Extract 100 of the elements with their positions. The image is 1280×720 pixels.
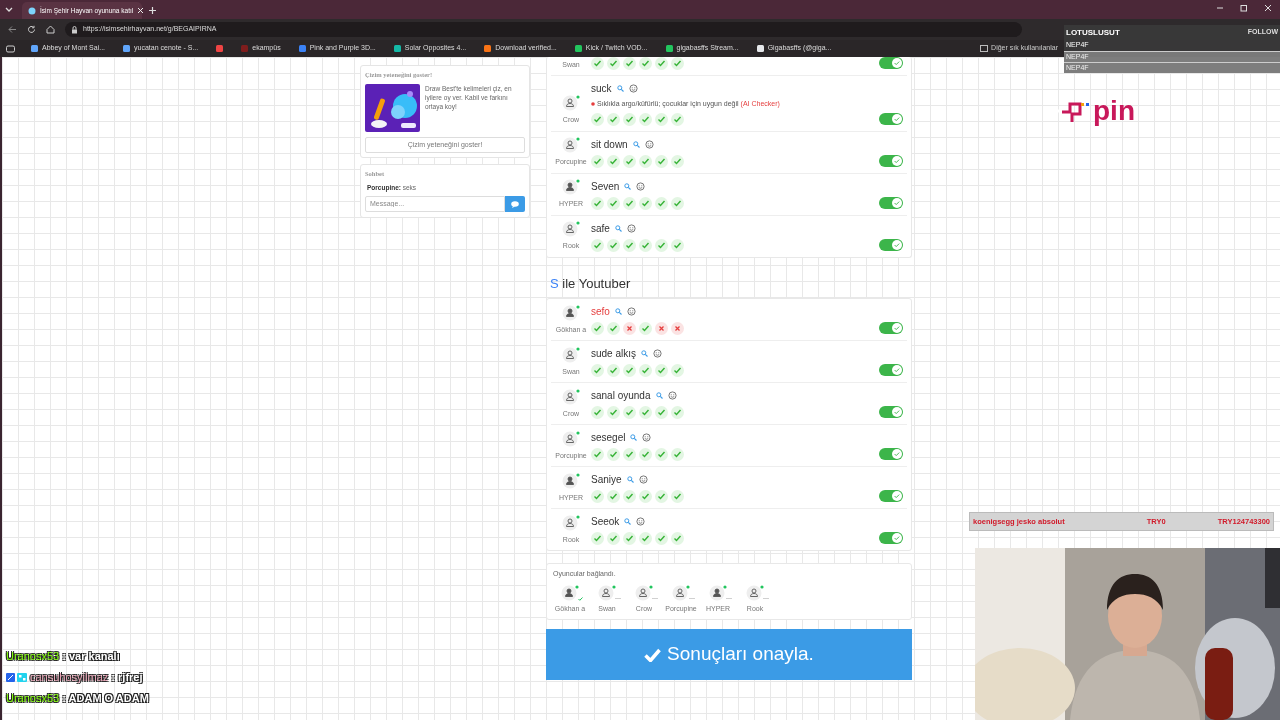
- check-vote-icon[interactable]: [623, 364, 636, 377]
- check-vote-icon[interactable]: [639, 322, 652, 335]
- check-vote-icon[interactable]: [623, 57, 636, 70]
- smiley-icon[interactable]: [644, 139, 654, 149]
- check-vote-icon[interactable]: [623, 238, 636, 252]
- toggle-switch[interactable]: [879, 490, 903, 502]
- check-vote-icon[interactable]: [639, 532, 652, 545]
- check-vote-icon[interactable]: [591, 196, 604, 210]
- search-icon[interactable]: [632, 140, 640, 148]
- check-vote-icon[interactable]: [591, 57, 604, 70]
- check-vote-icon[interactable]: [623, 112, 636, 126]
- check-vote-icon[interactable]: [623, 490, 636, 503]
- check-vote-icon[interactable]: [671, 57, 684, 70]
- check-vote-icon[interactable]: [671, 364, 684, 377]
- check-vote-icon[interactable]: [655, 112, 668, 126]
- home-icon[interactable]: [46, 25, 55, 34]
- smiley-icon[interactable]: [636, 517, 646, 526]
- check-vote-icon[interactable]: [591, 112, 604, 126]
- toggle-switch[interactable]: [879, 112, 903, 125]
- check-vote-icon[interactable]: [671, 112, 684, 126]
- check-vote-icon[interactable]: [639, 196, 652, 210]
- check-vote-icon[interactable]: [655, 406, 668, 419]
- smiley-icon[interactable]: [628, 84, 638, 93]
- cross-vote-icon[interactable]: [655, 322, 668, 335]
- check-vote-icon[interactable]: [671, 490, 684, 503]
- smiley-icon[interactable]: [626, 307, 636, 316]
- smiley-icon[interactable]: [642, 433, 652, 442]
- check-vote-icon[interactable]: [623, 406, 636, 419]
- smiley-icon[interactable]: [626, 223, 636, 233]
- toggle-switch[interactable]: [879, 448, 903, 460]
- close-icon[interactable]: [137, 7, 145, 14]
- check-vote-icon[interactable]: [639, 57, 652, 70]
- cross-vote-icon[interactable]: [671, 322, 684, 335]
- check-vote-icon[interactable]: [607, 406, 620, 419]
- check-vote-icon[interactable]: [671, 406, 684, 419]
- check-vote-icon[interactable]: [607, 448, 620, 461]
- check-vote-icon[interactable]: [639, 364, 652, 377]
- check-vote-icon[interactable]: [607, 490, 620, 503]
- maximize-icon[interactable]: [1240, 4, 1248, 12]
- check-vote-icon[interactable]: [655, 490, 668, 503]
- new-tab-icon[interactable]: [148, 6, 157, 15]
- check-vote-icon[interactable]: [623, 532, 636, 545]
- check-vote-icon[interactable]: [655, 532, 668, 545]
- check-vote-icon[interactable]: [591, 322, 604, 335]
- check-vote-icon[interactable]: [639, 238, 652, 252]
- minimize-icon[interactable]: [1216, 4, 1224, 12]
- reload-icon[interactable]: [27, 25, 36, 34]
- search-icon[interactable]: [614, 308, 622, 315]
- check-vote-icon[interactable]: [655, 154, 668, 168]
- check-vote-icon[interactable]: [671, 238, 684, 252]
- toggle-switch[interactable]: [879, 406, 903, 418]
- check-vote-icon[interactable]: [655, 57, 668, 70]
- search-icon[interactable]: [624, 182, 632, 190]
- check-vote-icon[interactable]: [655, 238, 668, 252]
- check-vote-icon[interactable]: [591, 532, 604, 545]
- check-vote-icon[interactable]: [591, 238, 604, 252]
- check-vote-icon[interactable]: [591, 406, 604, 419]
- check-vote-icon[interactable]: [591, 154, 604, 168]
- check-vote-icon[interactable]: [607, 196, 620, 210]
- smiley-icon[interactable]: [636, 181, 646, 191]
- search-icon[interactable]: [616, 85, 624, 92]
- search-icon[interactable]: [630, 434, 638, 441]
- search-icon[interactable]: [614, 224, 622, 232]
- toggle-switch[interactable]: [879, 532, 903, 544]
- check-vote-icon[interactable]: [639, 406, 652, 419]
- check-vote-icon[interactable]: [607, 112, 620, 126]
- check-vote-icon[interactable]: [607, 154, 620, 168]
- toggle-switch[interactable]: [879, 322, 903, 334]
- check-vote-icon[interactable]: [607, 364, 620, 377]
- check-vote-icon[interactable]: [639, 490, 652, 503]
- check-vote-icon[interactable]: [655, 364, 668, 377]
- check-vote-icon[interactable]: [591, 364, 604, 377]
- check-vote-icon[interactable]: [639, 154, 652, 168]
- check-vote-icon[interactable]: [671, 154, 684, 168]
- check-vote-icon[interactable]: [623, 196, 636, 210]
- check-vote-icon[interactable]: [655, 196, 668, 210]
- apps-icon[interactable]: [6, 44, 15, 53]
- toggle-switch[interactable]: [879, 238, 903, 251]
- toggle-switch[interactable]: [879, 364, 903, 376]
- check-vote-icon[interactable]: [671, 448, 684, 461]
- check-vote-icon[interactable]: [607, 238, 620, 252]
- smiley-icon[interactable]: [667, 391, 677, 400]
- smiley-icon[interactable]: [638, 475, 648, 484]
- check-vote-icon[interactable]: [671, 196, 684, 210]
- smiley-icon[interactable]: [653, 349, 663, 358]
- toggle-switch[interactable]: [879, 57, 903, 69]
- check-vote-icon[interactable]: [639, 448, 652, 461]
- cross-vote-icon[interactable]: [623, 322, 636, 335]
- check-vote-icon[interactable]: [591, 448, 604, 461]
- check-vote-icon[interactable]: [671, 532, 684, 545]
- toggle-switch[interactable]: [879, 196, 903, 209]
- search-icon[interactable]: [641, 350, 649, 357]
- close-icon[interactable]: [1264, 4, 1272, 12]
- check-vote-icon[interactable]: [607, 532, 620, 545]
- check-vote-icon[interactable]: [623, 154, 636, 168]
- check-vote-icon[interactable]: [607, 322, 620, 335]
- check-vote-icon[interactable]: [655, 448, 668, 461]
- check-vote-icon[interactable]: [607, 57, 620, 70]
- check-vote-icon[interactable]: [591, 490, 604, 503]
- search-icon[interactable]: [655, 392, 663, 399]
